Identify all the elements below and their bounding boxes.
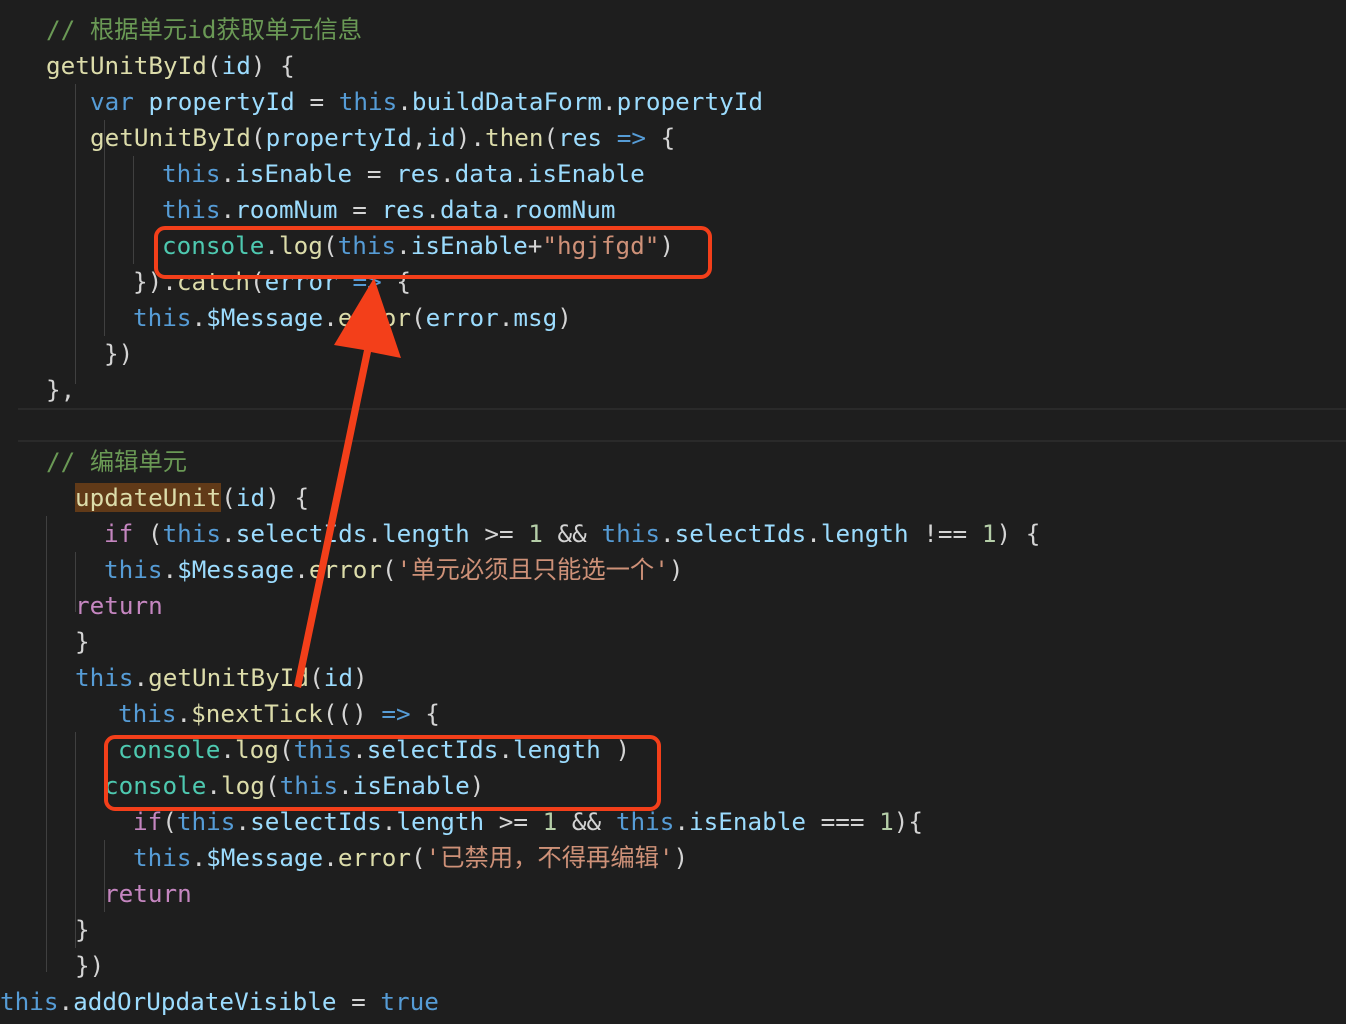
annotation-overlay [104,226,712,811]
highlight-box-nexttick-logs [104,735,661,811]
highlight-box-console-log [154,226,712,279]
red-arrow [294,278,401,688]
